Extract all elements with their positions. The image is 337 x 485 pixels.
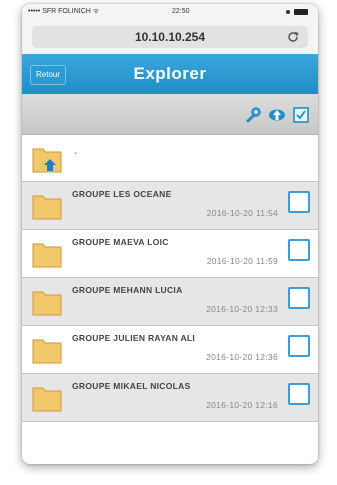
list-item[interactable]: GROUPE LES OCEANE 2016-10-20 11:54 <box>22 182 318 230</box>
select-checkbox[interactable] <box>288 287 310 309</box>
select-checkbox[interactable] <box>288 383 310 405</box>
folder-icon <box>32 243 62 268</box>
folder-icon <box>32 195 62 220</box>
list-item[interactable]: GROUPE MEHANN LUCIA 2016-10-20 12:33 <box>22 278 318 326</box>
carrier-label: ••••• SFR FOLINICH ᯤ <box>28 8 100 15</box>
folder-date: 2016-10-20 11:54 <box>206 208 278 218</box>
list-item[interactable]: GROUPE MIKAEL NICOLAS 2016-10-20 12:16 <box>22 374 318 422</box>
folder-date: 2016-10-20 11:59 <box>206 256 278 266</box>
toolbar <box>22 94 318 135</box>
status-indicators <box>286 9 308 15</box>
folder-name: GROUPE MEHANN LUCIA <box>72 285 183 295</box>
folder-up-icon <box>32 148 62 173</box>
page-title: Explorer <box>133 64 207 83</box>
phone-frame: ••••• SFR FOLINICH ᯤ 22:50 10.10.10.254 … <box>22 4 318 464</box>
list-item[interactable]: GROUPE MAEVA LOIC 2016-10-20 11:59 <box>22 230 318 278</box>
select-all-icon[interactable] <box>292 106 310 124</box>
select-checkbox[interactable] <box>288 191 310 213</box>
battery-icon <box>294 9 308 15</box>
select-checkbox[interactable] <box>288 239 310 261</box>
folder-icon <box>32 291 62 316</box>
status-bar: ••••• SFR FOLINICH ᯤ 22:50 <box>22 4 318 20</box>
folder-name: GROUPE JULIEN RAYAN ALI <box>72 333 196 343</box>
folder-date: 2016-10-20 12:36 <box>206 352 278 362</box>
folder-icon <box>32 387 62 412</box>
folder-date: 2016-10-20 12:33 <box>206 304 278 314</box>
upload-icon[interactable] <box>268 106 286 124</box>
wrench-icon[interactable] <box>244 106 262 124</box>
folder-icon <box>32 339 62 364</box>
parent-folder-row[interactable]: - <box>22 135 318 182</box>
select-checkbox[interactable] <box>288 335 310 357</box>
folder-name: GROUPE LES OCEANE <box>72 189 172 199</box>
url-field[interactable]: 10.10.10.254 <box>32 26 308 48</box>
reload-icon[interactable] <box>286 30 300 44</box>
status-time: 22:50 <box>172 8 190 15</box>
parent-folder-label: - <box>74 148 78 159</box>
folder-name: GROUPE MIKAEL NICOLAS <box>72 381 191 391</box>
folder-date: 2016-10-20 12:16 <box>206 400 278 410</box>
list-item[interactable]: GROUPE JULIEN RAYAN ALI 2016-10-20 12:36 <box>22 326 318 374</box>
alarm-icon <box>286 10 290 14</box>
browser-url-bar: 10.10.10.254 <box>22 20 318 54</box>
folder-name: GROUPE MAEVA LOIC <box>72 237 169 247</box>
app-navbar: Retour Explorer <box>22 54 318 94</box>
